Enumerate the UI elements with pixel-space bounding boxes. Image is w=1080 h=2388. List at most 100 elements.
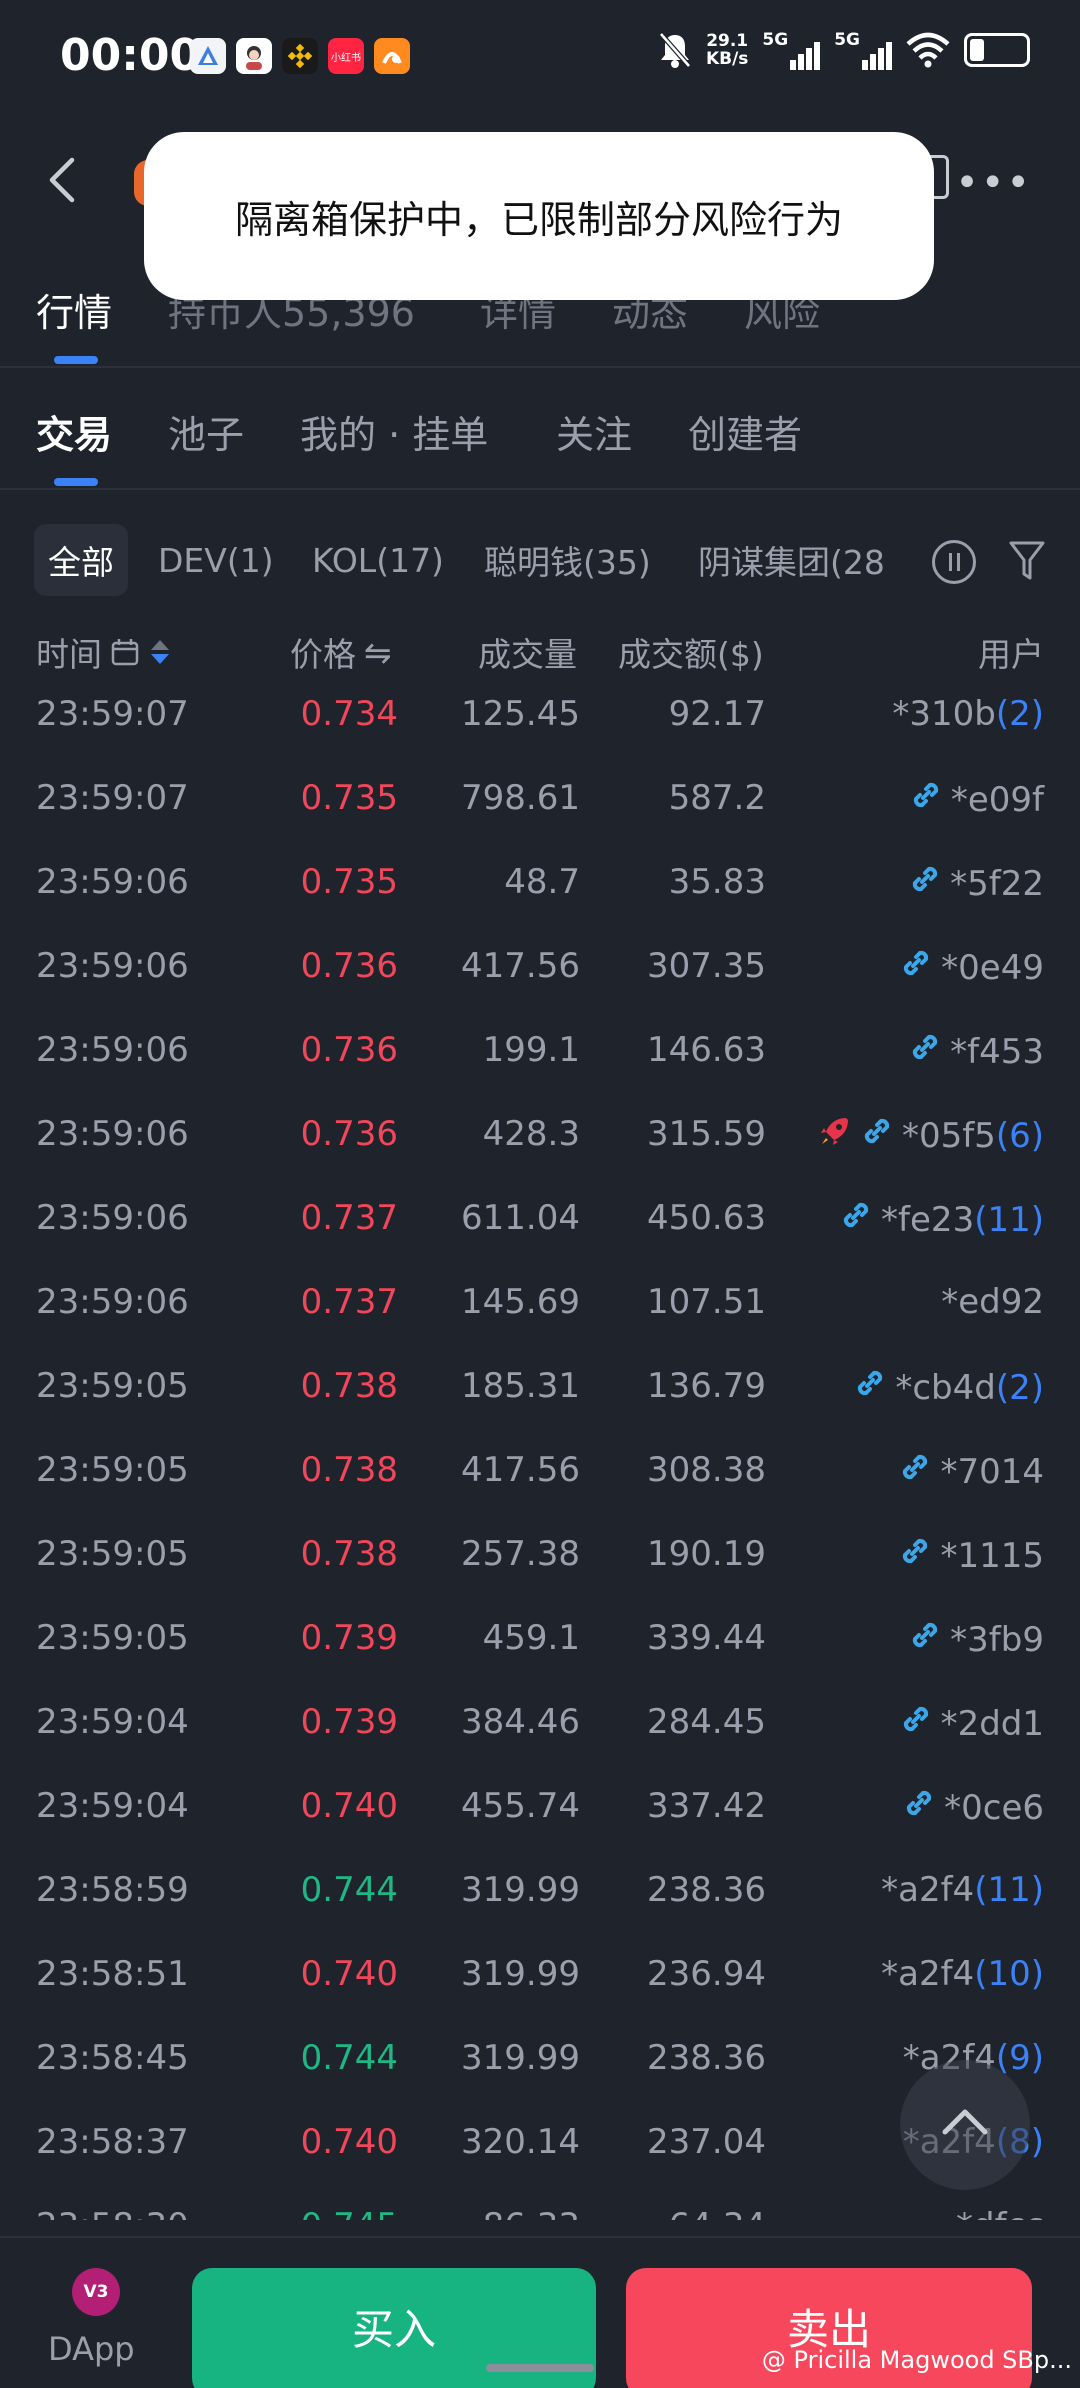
home-indicator[interactable] <box>486 2364 594 2372</box>
table-row[interactable]: 23:59:06 0.737 145.69 107.51 *ed92 <box>0 1260 1080 1344</box>
subtab-pool[interactable]: 池子 <box>168 404 244 459</box>
user-address[interactable]: *fe23 <box>881 1200 974 1240</box>
user-address[interactable]: *a2f4 <box>881 1870 974 1910</box>
page: 00:00 小红书 29.1 KB/s 5G 5G ••• 隔离箱保护中，已限制… <box>0 0 1080 2388</box>
subtab-my-orders[interactable]: 我的 · 挂单 <box>300 404 488 459</box>
filter-kol[interactable]: KOL(17) <box>312 524 444 596</box>
subtab-following[interactable]: 关注 <box>556 404 632 459</box>
dapp-button[interactable]: V3 DApp <box>40 2268 150 2388</box>
more-icon[interactable]: ••• <box>955 160 1032 206</box>
trade-price: 0.739 <box>300 1618 398 1658</box>
trade-time: 23:59:06 <box>36 1282 189 1322</box>
trade-volume: 417.56 <box>461 946 580 986</box>
trade-amount: 339.44 <box>647 1618 766 1658</box>
table-row[interactable]: 23:59:06 0.735 48.7 35.83 *5f22 <box>0 840 1080 924</box>
trade-volume: 611.04 <box>461 1198 580 1238</box>
user-address[interactable]: *e09f <box>951 780 1044 820</box>
trade-user[interactable]: *0e49 <box>899 946 1044 989</box>
trade-user[interactable]: *cb4d(2) <box>853 1366 1044 1409</box>
trade-price: 0.734 <box>300 694 398 734</box>
tab-market[interactable]: 行情 <box>36 282 112 337</box>
user-address[interactable]: *5f22 <box>950 864 1044 904</box>
trade-list[interactable]: 23:59:07 0.734 125.45 92.17 *310b(2) 23:59:07… <box>0 672 1080 2220</box>
th-time[interactable]: 时间 <box>36 628 172 676</box>
user-address[interactable]: *0ce6 <box>944 1788 1044 1828</box>
signal-2-icon: 5G <box>834 30 892 70</box>
trade-time: 23:58:59 <box>36 1870 189 1910</box>
table-row[interactable]: 23:59:07 0.735 798.61 587.2 *e09f <box>0 756 1080 840</box>
trade-time: 23:58:30 <box>36 2206 189 2220</box>
filter-cabal[interactable]: 阴谋集团(28 <box>698 524 888 596</box>
trade-user[interactable]: *e09f <box>909 778 1044 821</box>
trade-user[interactable]: *0ce6 <box>902 1786 1044 1829</box>
trade-time: 23:59:06 <box>36 1030 189 1070</box>
link-icon <box>853 1366 887 1409</box>
table-header: 时间 价格 ⇋ 成交量 成交额($) 用户 <box>0 620 1080 680</box>
link-icon <box>902 1786 936 1829</box>
calendar-icon[interactable] <box>110 637 140 667</box>
pause-circle-icon[interactable] <box>932 540 976 584</box>
trade-user[interactable]: *dfcc <box>956 2206 1044 2220</box>
link-icon <box>899 946 933 989</box>
user-address[interactable]: *1115 <box>940 1536 1044 1576</box>
trade-user[interactable]: *05f5(6) <box>818 1114 1044 1157</box>
table-row[interactable]: 23:59:04 0.740 455.74 337.42 *0ce6 <box>0 1764 1080 1848</box>
link-icon <box>909 778 943 821</box>
filter-smart-money[interactable]: 聪明钱(35) <box>484 524 651 596</box>
user-address[interactable]: *cb4d <box>895 1368 996 1408</box>
table-row[interactable]: 23:59:05 0.738 257.38 190.19 *1115 <box>0 1512 1080 1596</box>
table-row[interactable]: 23:58:59 0.744 319.99 238.36 *a2f4(11) <box>0 1848 1080 1932</box>
trade-amount: 35.83 <box>668 862 766 902</box>
user-address[interactable]: *310b <box>892 694 995 734</box>
th-time-label: 时间 <box>36 635 102 674</box>
user-address[interactable]: *dfcc <box>956 2206 1044 2220</box>
th-price-label: 价格 <box>290 635 356 674</box>
table-row[interactable]: 23:59:06 0.736 199.1 146.63 *f453 <box>0 1008 1080 1092</box>
scroll-top-button[interactable] <box>900 2060 1030 2190</box>
filter-funnel-icon[interactable] <box>1008 538 1046 584</box>
user-address[interactable]: *ed92 <box>941 1282 1044 1322</box>
filter-dev[interactable]: DEV(1) <box>158 524 274 596</box>
user-address[interactable]: *0e49 <box>941 948 1044 988</box>
table-row[interactable]: 23:59:04 0.739 384.46 284.45 *2dd1 <box>0 1680 1080 1764</box>
th-price[interactable]: 价格 ⇋ <box>290 628 392 676</box>
swap-icon[interactable]: ⇋ <box>364 633 392 672</box>
sort-icon[interactable] <box>148 637 172 667</box>
net-speed-unit: KB/s <box>705 49 749 69</box>
table-row[interactable]: 23:59:06 0.736 428.3 315.59 *05f5(6) <box>0 1092 1080 1176</box>
trade-user[interactable]: *f453 <box>908 1030 1044 1073</box>
user-address[interactable]: *3fb9 <box>950 1620 1044 1660</box>
user-address[interactable]: *05f5 <box>902 1116 996 1156</box>
table-row[interactable]: 23:59:07 0.734 125.45 92.17 *310b(2) <box>0 672 1080 756</box>
subtab-creator[interactable]: 创建者 <box>688 404 802 459</box>
trade-time: 23:59:05 <box>36 1618 189 1658</box>
trade-time: 23:59:07 <box>36 694 189 734</box>
table-row[interactable]: 23:59:05 0.738 417.56 308.38 *7014 <box>0 1428 1080 1512</box>
trade-amount: 136.79 <box>647 1366 766 1406</box>
trade-user[interactable]: *5f22 <box>908 862 1044 905</box>
user-address[interactable]: *7014 <box>940 1452 1044 1492</box>
user-address[interactable]: *f453 <box>950 1032 1044 1072</box>
subtab-trades[interactable]: 交易 <box>36 404 112 459</box>
user-address[interactable]: *a2f4 <box>881 1954 974 1994</box>
trade-user[interactable]: *3fb9 <box>908 1618 1044 1661</box>
trade-user[interactable]: *a2f4(10) <box>881 1954 1044 1994</box>
trade-user[interactable]: *1115 <box>898 1534 1044 1577</box>
table-row[interactable]: 23:59:06 0.736 417.56 307.35 *0e49 <box>0 924 1080 1008</box>
table-row[interactable]: 23:59:05 0.738 185.31 136.79 *cb4d(2) <box>0 1344 1080 1428</box>
table-row[interactable]: 23:59:06 0.737 611.04 450.63 *fe23(11) <box>0 1176 1080 1260</box>
user-address[interactable]: *2dd1 <box>941 1704 1044 1744</box>
trade-user[interactable]: *a2f4(11) <box>881 1870 1044 1910</box>
back-arrow-icon[interactable] <box>42 150 82 210</box>
app-icon <box>190 38 226 74</box>
trade-user[interactable]: *ed92 <box>941 1282 1044 1322</box>
trade-user[interactable]: *fe23(11) <box>839 1198 1044 1241</box>
table-row[interactable]: 23:59:05 0.739 459.1 339.44 *3fb9 <box>0 1596 1080 1680</box>
link-icon <box>839 1198 873 1241</box>
trade-user[interactable]: *310b(2) <box>892 694 1044 734</box>
trade-user[interactable]: *7014 <box>898 1450 1044 1493</box>
table-row[interactable]: 23:58:51 0.740 319.99 236.94 *a2f4(10) <box>0 1932 1080 2016</box>
trade-volume: 48.7 <box>504 862 580 902</box>
trade-user[interactable]: *2dd1 <box>899 1702 1044 1745</box>
filter-all[interactable]: 全部 <box>34 524 128 596</box>
